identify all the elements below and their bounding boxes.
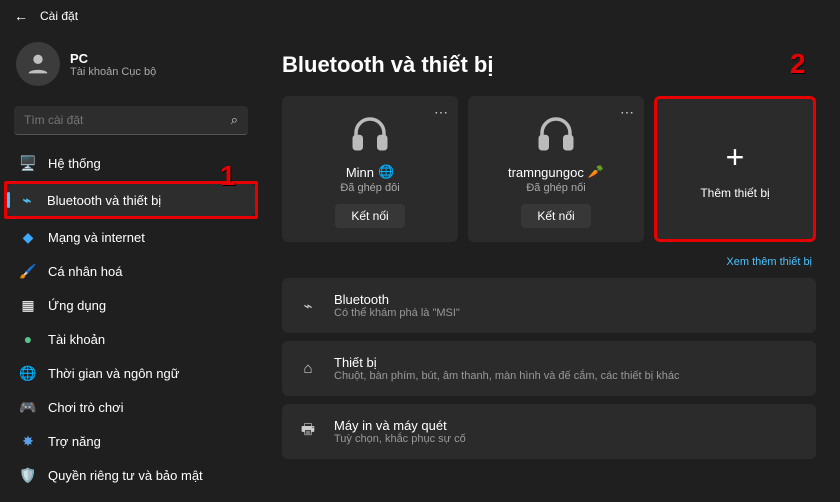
device-name: tramngungoc	[508, 165, 584, 180]
sidebar-item-bluetooth[interactable]: ⌁ Bluetooth và thiết bị	[7, 184, 255, 216]
search-icon[interactable]: ⌕	[231, 112, 238, 128]
sidebar: PC Tài khoản Cục bộ ⌕ 🖥️ Hệ thống ⌁ Blue…	[0, 32, 262, 502]
accounts-icon: ●	[20, 331, 36, 347]
headphone-icon	[349, 112, 391, 154]
device-status: Đã ghép đôi	[340, 182, 399, 194]
add-device-label: Thêm thiết bị	[700, 186, 769, 200]
annotation-number-1: 1	[220, 160, 236, 192]
gaming-icon: 🎮	[20, 399, 36, 415]
main-content: Bluetooth và thiết bị ⋯ Minn 🌐 Đã ghép đ…	[262, 32, 840, 502]
profile-name: PC	[70, 51, 156, 66]
more-icon[interactable]: ⋯	[620, 104, 634, 121]
setting-subtitle: Tuỳ chọn, khắc phục sự cố	[334, 433, 466, 445]
sidebar-item-accessibility[interactable]: ✸ Trợ năng	[8, 425, 254, 457]
devices-icon: ⌂	[298, 360, 318, 377]
sidebar-item-label: Thời gian và ngôn ngữ	[48, 366, 242, 381]
setting-title: Máy in và máy quét	[334, 418, 466, 433]
plus-icon: +	[726, 139, 745, 176]
search-box[interactable]: ⌕	[14, 106, 248, 135]
add-device-card[interactable]: + Thêm thiết bị	[654, 96, 816, 242]
printer-icon: 🖶	[298, 419, 318, 444]
sidebar-item-system[interactable]: 🖥️ Hệ thống	[8, 147, 254, 179]
sidebar-item-accounts[interactable]: ● Tài khoản	[8, 323, 254, 355]
device-card[interactable]: ⋯ Minn 🌐 Đã ghép đôi Kết nối	[282, 96, 458, 242]
sidebar-item-label: Mạng và internet	[48, 230, 242, 245]
sidebar-item-label: Bluetooth và thiết bị	[47, 193, 243, 208]
more-devices-link[interactable]: Xem thêm thiết bị	[282, 256, 812, 268]
device-badge-icon: 🌐	[378, 164, 394, 180]
sidebar-item-label: Chơi trò chơi	[48, 400, 242, 415]
device-status: Đã ghép nối	[526, 182, 585, 194]
network-icon: ◆	[20, 229, 36, 245]
bluetooth-icon: ⌁	[298, 297, 318, 315]
setting-title: Bluetooth	[334, 292, 460, 307]
sidebar-item-time-language[interactable]: 🌐 Thời gian và ngôn ngữ	[8, 357, 254, 389]
profile-subtitle: Tài khoản Cục bộ	[70, 66, 156, 78]
accessibility-icon: ✸	[20, 433, 36, 449]
window-title: Cài đặt	[40, 9, 78, 23]
sidebar-item-network[interactable]: ◆ Mạng và internet	[8, 221, 254, 253]
connect-button[interactable]: Kết nối	[335, 204, 404, 228]
setting-subtitle: Có thể khám phá là "MSI"	[334, 307, 460, 319]
back-icon[interactable]: ←	[14, 8, 28, 24]
sidebar-item-label: Ứng dụng	[48, 298, 242, 313]
avatar	[16, 42, 60, 86]
bluetooth-icon: ⌁	[19, 192, 35, 208]
annotation-number-2: 2	[790, 48, 806, 80]
profile-block[interactable]: PC Tài khoản Cục bộ	[8, 32, 254, 102]
shield-icon: 🛡️	[20, 467, 36, 483]
sidebar-item-apps[interactable]: ▦ Ứng dụng	[8, 289, 254, 321]
sidebar-item-personalization[interactable]: 🖌️ Cá nhân hoá	[8, 255, 254, 287]
device-card[interactable]: ⋯ tramngungoc 🥕 Đã ghép nối Kết nối	[468, 96, 644, 242]
sidebar-item-label: Hệ thống	[48, 156, 242, 171]
device-badge-icon: 🥕	[588, 164, 604, 180]
sidebar-item-label: Cá nhân hoá	[48, 264, 242, 279]
apps-icon: ▦	[20, 297, 36, 313]
setting-subtitle: Chuột, bàn phím, bút, âm thanh, màn hình…	[334, 370, 679, 382]
headphone-icon	[535, 112, 577, 154]
more-icon[interactable]: ⋯	[434, 104, 448, 121]
brush-icon: 🖌️	[20, 263, 36, 279]
sidebar-item-label: Quyền riêng tư và bảo mật	[48, 468, 242, 483]
setting-title: Thiết bị	[334, 355, 679, 370]
sidebar-item-label: Trợ năng	[48, 434, 242, 449]
setting-row-bluetooth[interactable]: ⌁ Bluetooth Có thể khám phá là "MSI"	[282, 278, 816, 333]
sidebar-item-label: Tài khoản	[48, 332, 242, 347]
globe-icon: 🌐	[20, 365, 36, 381]
search-input[interactable]	[24, 113, 231, 127]
sidebar-item-privacy[interactable]: 🛡️ Quyền riêng tư và bảo mật	[8, 459, 254, 491]
device-name: Minn	[346, 165, 374, 180]
setting-row-devices[interactable]: ⌂ Thiết bị Chuột, bàn phím, bút, âm than…	[282, 341, 816, 396]
setting-row-printers[interactable]: 🖶 Máy in và máy quét Tuỳ chọn, khắc phục…	[282, 404, 816, 459]
connect-button[interactable]: Kết nối	[521, 204, 590, 228]
sidebar-item-gaming[interactable]: 🎮 Chơi trò chơi	[8, 391, 254, 423]
system-icon: 🖥️	[20, 155, 36, 171]
page-title: Bluetooth và thiết bị	[282, 52, 816, 78]
